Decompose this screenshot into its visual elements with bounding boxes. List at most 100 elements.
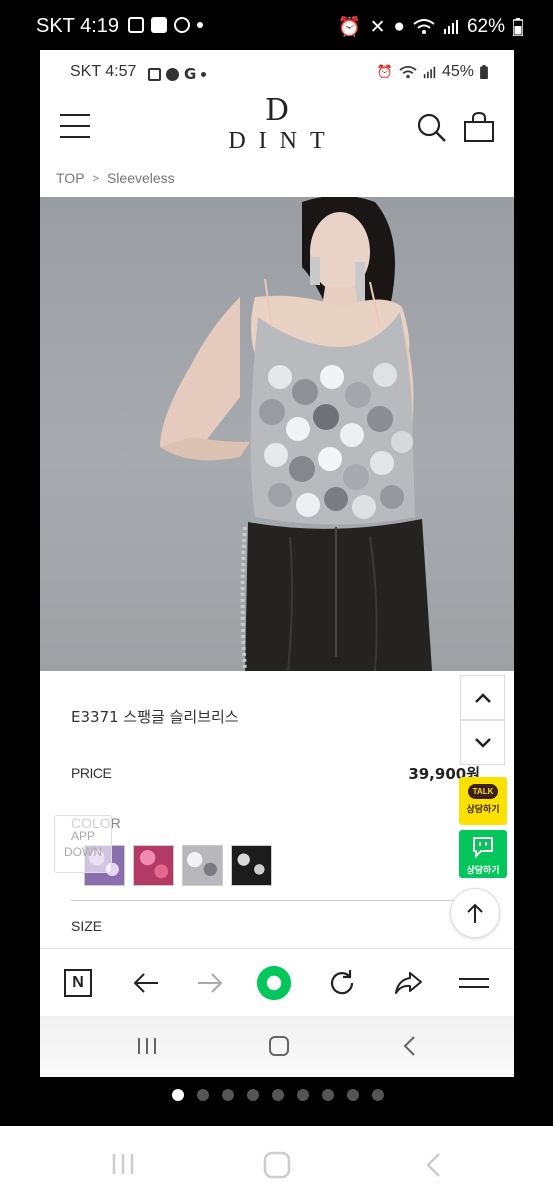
signal-icon [443, 20, 458, 34]
recent-apps-icon[interactable] [136, 1036, 158, 1056]
logo-mark: D [264, 93, 290, 128]
outer-battery-text: 62% [466, 16, 505, 37]
site-logo[interactable]: D DINT [200, 96, 354, 155]
page-dot[interactable] [372, 1089, 384, 1101]
size-label: SIZE [71, 918, 103, 934]
browser-menu-button[interactable] [456, 965, 492, 1001]
kakao-talk-icon: TALK [467, 784, 499, 799]
screenshot-frame: SKT 4:57 G ⏰ 45% D DINT TOP > Sleeveless… [40, 50, 514, 1077]
home-icon[interactable] [268, 1035, 290, 1057]
inner-android-nav-bar [40, 1016, 514, 1077]
page-dot[interactable] [347, 1089, 359, 1101]
menu-button[interactable] [60, 114, 90, 138]
browser-toolbar: N [40, 948, 514, 1016]
app-notification-icon [151, 17, 167, 33]
kakao-consult-label: 상담하기 [466, 805, 500, 815]
logo-word: DINT [228, 128, 338, 154]
battery-icon [480, 65, 488, 79]
signal-icon [423, 66, 436, 78]
more-notifications-icon [197, 22, 203, 28]
page-dot-active[interactable] [172, 1089, 184, 1101]
arrow-right-icon [198, 973, 223, 993]
scroll-down-button[interactable] [460, 720, 505, 765]
breadcrumb-separator: > [92, 173, 99, 185]
google-notification-icon: G [184, 65, 197, 83]
naver-talk-consult-button[interactable]: 상담하기 [459, 830, 507, 878]
refresh-icon [330, 970, 354, 995]
refresh-button[interactable] [324, 965, 360, 1001]
share-icon [395, 972, 422, 994]
page-dot[interactable] [247, 1089, 259, 1101]
product-name: E3371 스팽글 슬리브리스 [71, 708, 239, 726]
breadcrumb-top-link[interactable]: TOP [56, 170, 85, 188]
menu-lines-icon [459, 978, 489, 988]
price-label: PRICE [71, 765, 112, 781]
battery-icon [513, 18, 523, 36]
breadcrumb-current[interactable]: Sleeveless [107, 170, 175, 188]
shopping-bag-icon[interactable] [462, 110, 496, 144]
inner-system-icons: ⏰ 45% [377, 63, 488, 81]
page-dot[interactable] [297, 1089, 309, 1101]
page-dot[interactable] [322, 1089, 334, 1101]
back-nav-icon[interactable] [424, 1151, 442, 1179]
app-down-line1: APP [70, 829, 95, 843]
gallery-notification-icon [148, 67, 161, 81]
chevron-up-icon [474, 692, 491, 703]
color-swatch-black[interactable] [231, 845, 272, 886]
naver-talk-icon [473, 837, 493, 859]
scroll-to-top-button[interactable] [450, 888, 500, 938]
outer-notification-icons [128, 17, 203, 33]
naver-consult-label: 상담하기 [466, 866, 500, 876]
alarm-icon: ⏰ [376, 64, 393, 79]
naver-n-icon: N [64, 969, 92, 997]
chat-notification-icon [166, 67, 179, 81]
inner-battery-text: 45% [441, 63, 474, 80]
alarm-icon: ⏰ [337, 17, 362, 38]
page-indicator [172, 1089, 384, 1101]
outer-system-icons: ⏰ ✕ ● 62% [338, 15, 523, 39]
arrow-left-icon [133, 973, 158, 993]
product-photo[interactable] [40, 197, 514, 671]
inner-notification-icons: G [148, 65, 207, 83]
hamburger-icon [60, 114, 90, 116]
green-dot-icon [256, 965, 292, 1001]
outer-status-bar: SKT 4:19 ⏰ ✕ ● 62% [0, 0, 553, 50]
naver-home-button[interactable]: N [60, 965, 96, 1001]
arrow-up-icon [467, 903, 483, 923]
forward-button[interactable] [192, 965, 228, 1001]
app-down-button[interactable]: APP DOWN [54, 815, 112, 873]
back-button[interactable] [128, 965, 164, 1001]
back-nav-icon[interactable] [402, 1035, 418, 1057]
color-swatch-pink[interactable] [133, 845, 174, 886]
share-button[interactable] [390, 965, 426, 1001]
search-icon[interactable] [416, 112, 448, 144]
mute-icon: ✕ [369, 16, 386, 38]
green-dot-button[interactable] [256, 965, 292, 1001]
outer-android-nav-bar [0, 1126, 553, 1200]
wifi-icon [399, 65, 417, 78]
site-header: D DINT [40, 92, 514, 167]
color-swatch-silver[interactable] [182, 845, 223, 886]
scroll-up-button[interactable] [460, 675, 505, 720]
kakao-talk-consult-button[interactable]: TALK 상담하기 [459, 777, 507, 825]
recent-apps-icon[interactable] [110, 1152, 136, 1176]
page-dot[interactable] [222, 1089, 234, 1101]
outer-status-time: SKT 4:19 [36, 15, 120, 37]
close-icon[interactable] [40, 78, 68, 106]
gallery-notification-icon [128, 17, 144, 33]
home-icon[interactable] [263, 1151, 291, 1179]
page-dot[interactable] [197, 1089, 209, 1101]
inner-status-bar: SKT 4:57 G ⏰ 45% [40, 50, 514, 92]
option-divider [71, 900, 461, 901]
breadcrumb: TOP > Sleeveless [56, 170, 175, 188]
app-down-line2: DOWN [64, 845, 102, 859]
wifi-icon [413, 19, 435, 34]
page-dot[interactable] [272, 1089, 284, 1101]
color-swatches [84, 845, 272, 886]
more-notifications-icon [201, 71, 207, 77]
location-icon: ● [393, 16, 405, 37]
product-photo-illustration [160, 197, 432, 671]
chevron-down-icon [474, 737, 491, 748]
chat-notification-icon [174, 17, 190, 33]
inner-status-time: SKT 4:57 [70, 63, 137, 80]
